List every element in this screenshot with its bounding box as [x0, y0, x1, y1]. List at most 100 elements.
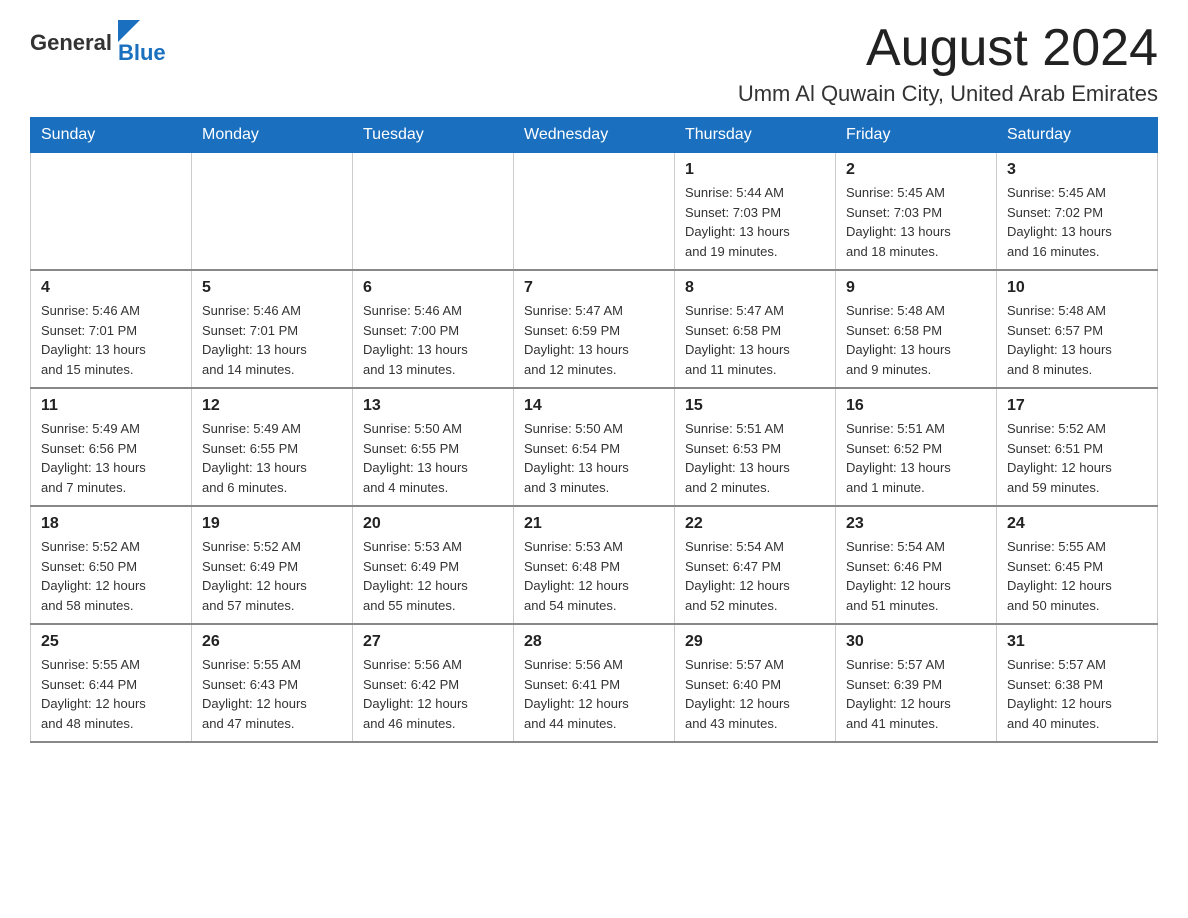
calendar-cell: 23Sunrise: 5:54 AM Sunset: 6:46 PM Dayli…	[836, 506, 997, 624]
day-number: 7	[524, 279, 664, 297]
col-header-sunday: Sunday	[31, 118, 192, 153]
calendar-week-row: 25 Sunrise: 5:55 AM Sunset: 6:44 PM Dayli…	[31, 624, 1158, 742]
calendar-cell: 28Sunrise: 5:56 AM Sunset: 6:41 PM Dayli…	[514, 624, 675, 742]
day-number: 17	[1007, 397, 1147, 415]
day-number: 27	[363, 633, 503, 651]
calendar-cell: 1 Sunrise: 5:44 AM Sunset: 7:03 PM Daylig…	[675, 153, 836, 271]
day-info: Sunrise: 5:57 AM Sunset: 6:38 PM Dayligh…	[1007, 655, 1147, 733]
calendar-cell: 17 Sunrise: 5:52 AM Sunset: 6:51 PM Dayli…	[997, 388, 1158, 506]
day-number: 1	[685, 161, 825, 179]
day-info: Sunrise: 5:54 AM Sunset: 6:46 PM Dayligh…	[846, 537, 986, 615]
day-info: Sunrise: 5:55 AM Sunset: 6:44 PM Dayligh…	[41, 655, 181, 733]
day-info: Sunrise: 5:45 AM Sunset: 7:02 PM Dayligh…	[1007, 183, 1147, 261]
day-info: Sunrise: 5:48 AM Sunset: 6:57 PM Dayligh…	[1007, 301, 1147, 379]
day-number: 21	[524, 515, 664, 533]
logo: General Blue	[30, 20, 166, 66]
day-info: Sunrise: 5:51 AM Sunset: 6:53 PM Dayligh…	[685, 419, 825, 497]
calendar-header-row: SundayMondayTuesdayWednesdayThursdayFrid…	[31, 118, 1158, 153]
calendar-cell: 6 Sunrise: 5:46 AM Sunset: 7:00 PM Daylig…	[353, 270, 514, 388]
day-info: Sunrise: 5:52 AM Sunset: 6:51 PM Dayligh…	[1007, 419, 1147, 497]
col-header-friday: Friday	[836, 118, 997, 153]
day-info: Sunrise: 5:46 AM Sunset: 7:01 PM Dayligh…	[202, 301, 342, 379]
day-info: Sunrise: 5:51 AM Sunset: 6:52 PM Dayligh…	[846, 419, 986, 497]
day-info: Sunrise: 5:55 AM Sunset: 6:45 PM Dayligh…	[1007, 537, 1147, 615]
calendar-table: SundayMondayTuesdayWednesdayThursdayFrid…	[30, 117, 1158, 743]
calendar-cell: 5 Sunrise: 5:46 AM Sunset: 7:01 PM Daylig…	[192, 270, 353, 388]
day-info: Sunrise: 5:45 AM Sunset: 7:03 PM Dayligh…	[846, 183, 986, 261]
calendar-cell	[31, 153, 192, 271]
calendar-cell: 7 Sunrise: 5:47 AM Sunset: 6:59 PM Daylig…	[514, 270, 675, 388]
day-info: Sunrise: 5:46 AM Sunset: 7:00 PM Dayligh…	[363, 301, 503, 379]
day-info: Sunrise: 5:46 AM Sunset: 7:01 PM Dayligh…	[41, 301, 181, 379]
location-title: Umm Al Quwain City, United Arab Emirates	[738, 81, 1158, 107]
calendar-week-row: 4Sunrise: 5:46 AM Sunset: 7:01 PM Daylig…	[31, 270, 1158, 388]
day-number: 2	[846, 161, 986, 179]
calendar-cell: 20 Sunrise: 5:53 AM Sunset: 6:49 PM Dayli…	[353, 506, 514, 624]
title-area: August 2024 Umm Al Quwain City, United A…	[738, 20, 1158, 107]
calendar-cell	[353, 153, 514, 271]
day-number: 30	[846, 633, 986, 651]
day-info: Sunrise: 5:55 AM Sunset: 6:43 PM Dayligh…	[202, 655, 342, 733]
calendar-week-row: 1 Sunrise: 5:44 AM Sunset: 7:03 PM Daylig…	[31, 153, 1158, 271]
calendar-cell: 9 Sunrise: 5:48 AM Sunset: 6:58 PM Daylig…	[836, 270, 997, 388]
logo-triangle-icon	[118, 20, 140, 42]
calendar-cell	[514, 153, 675, 271]
header: General Blue August 2024 Umm Al Quwain C…	[30, 20, 1158, 107]
day-number: 16	[846, 397, 986, 415]
calendar-cell: 4Sunrise: 5:46 AM Sunset: 7:01 PM Daylig…	[31, 270, 192, 388]
day-info: Sunrise: 5:56 AM Sunset: 6:41 PM Dayligh…	[524, 655, 664, 733]
day-info: Sunrise: 5:57 AM Sunset: 6:39 PM Dayligh…	[846, 655, 986, 733]
logo-text-general: General	[30, 30, 112, 56]
day-number: 14	[524, 397, 664, 415]
logo-text-blue: Blue	[118, 40, 166, 66]
day-number: 3	[1007, 161, 1147, 179]
day-number: 29	[685, 633, 825, 651]
day-number: 31	[1007, 633, 1147, 651]
month-title: August 2024	[738, 20, 1158, 77]
calendar-cell: 24 Sunrise: 5:55 AM Sunset: 6:45 PM Dayli…	[997, 506, 1158, 624]
calendar-cell: 30 Sunrise: 5:57 AM Sunset: 6:39 PM Dayli…	[836, 624, 997, 742]
col-header-wednesday: Wednesday	[514, 118, 675, 153]
day-info: Sunrise: 5:57 AM Sunset: 6:40 PM Dayligh…	[685, 655, 825, 733]
calendar-cell: 3 Sunrise: 5:45 AM Sunset: 7:02 PM Daylig…	[997, 153, 1158, 271]
calendar-cell: 25 Sunrise: 5:55 AM Sunset: 6:44 PM Dayli…	[31, 624, 192, 742]
calendar-cell: 10 Sunrise: 5:48 AM Sunset: 6:57 PM Dayli…	[997, 270, 1158, 388]
calendar-week-row: 18 Sunrise: 5:52 AM Sunset: 6:50 PM Dayli…	[31, 506, 1158, 624]
day-info: Sunrise: 5:53 AM Sunset: 6:49 PM Dayligh…	[363, 537, 503, 615]
col-header-saturday: Saturday	[997, 118, 1158, 153]
day-info: Sunrise: 5:53 AM Sunset: 6:48 PM Dayligh…	[524, 537, 664, 615]
day-info: Sunrise: 5:54 AM Sunset: 6:47 PM Dayligh…	[685, 537, 825, 615]
day-number: 18	[41, 515, 181, 533]
day-number: 9	[846, 279, 986, 297]
calendar-cell: 18 Sunrise: 5:52 AM Sunset: 6:50 PM Dayli…	[31, 506, 192, 624]
day-info: Sunrise: 5:50 AM Sunset: 6:54 PM Dayligh…	[524, 419, 664, 497]
day-number: 25	[41, 633, 181, 651]
day-number: 20	[363, 515, 503, 533]
day-info: Sunrise: 5:56 AM Sunset: 6:42 PM Dayligh…	[363, 655, 503, 733]
day-number: 12	[202, 397, 342, 415]
col-header-monday: Monday	[192, 118, 353, 153]
day-number: 10	[1007, 279, 1147, 297]
day-info: Sunrise: 5:50 AM Sunset: 6:55 PM Dayligh…	[363, 419, 503, 497]
day-number: 22	[685, 515, 825, 533]
day-number: 5	[202, 279, 342, 297]
day-info: Sunrise: 5:52 AM Sunset: 6:50 PM Dayligh…	[41, 537, 181, 615]
calendar-cell: 16 Sunrise: 5:51 AM Sunset: 6:52 PM Dayli…	[836, 388, 997, 506]
calendar-cell: 2 Sunrise: 5:45 AM Sunset: 7:03 PM Daylig…	[836, 153, 997, 271]
col-header-thursday: Thursday	[675, 118, 836, 153]
calendar-week-row: 11Sunrise: 5:49 AM Sunset: 6:56 PM Dayli…	[31, 388, 1158, 506]
day-info: Sunrise: 5:44 AM Sunset: 7:03 PM Dayligh…	[685, 183, 825, 261]
calendar-cell: 19Sunrise: 5:52 AM Sunset: 6:49 PM Dayli…	[192, 506, 353, 624]
calendar-cell: 14 Sunrise: 5:50 AM Sunset: 6:54 PM Dayli…	[514, 388, 675, 506]
day-number: 24	[1007, 515, 1147, 533]
calendar-cell: 15Sunrise: 5:51 AM Sunset: 6:53 PM Dayli…	[675, 388, 836, 506]
calendar-cell: 22 Sunrise: 5:54 AM Sunset: 6:47 PM Dayli…	[675, 506, 836, 624]
calendar-cell: 31 Sunrise: 5:57 AM Sunset: 6:38 PM Dayli…	[997, 624, 1158, 742]
day-number: 6	[363, 279, 503, 297]
day-info: Sunrise: 5:48 AM Sunset: 6:58 PM Dayligh…	[846, 301, 986, 379]
calendar-cell: 21 Sunrise: 5:53 AM Sunset: 6:48 PM Dayli…	[514, 506, 675, 624]
day-number: 11	[41, 397, 181, 415]
calendar-cell	[192, 153, 353, 271]
day-number: 8	[685, 279, 825, 297]
day-info: Sunrise: 5:47 AM Sunset: 6:59 PM Dayligh…	[524, 301, 664, 379]
